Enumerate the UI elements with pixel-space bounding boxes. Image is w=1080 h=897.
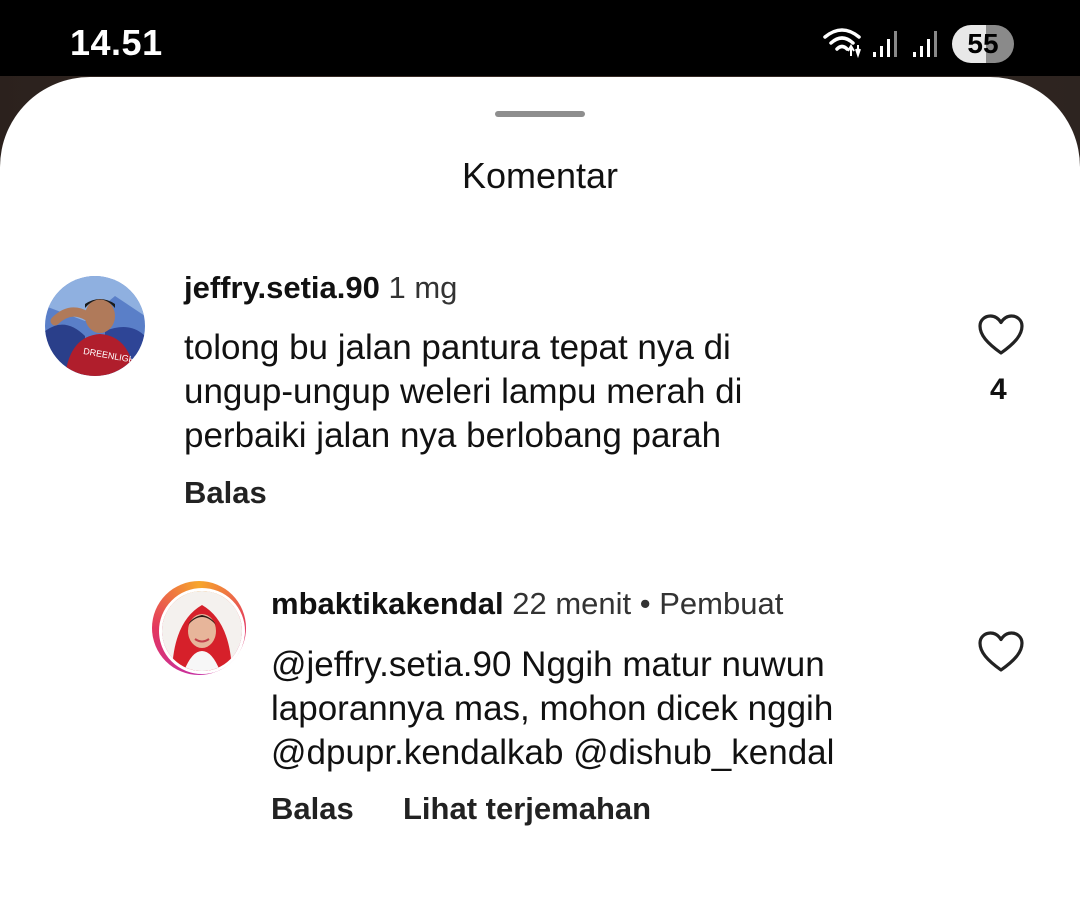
comment-timestamp: 1 mg — [388, 270, 458, 305]
status-icons: 55 — [822, 24, 1014, 64]
comment-text-line: ungup-ungup weleri lampu merah di — [184, 372, 743, 411]
comments-sheet: Komentar DREENLIGHT jeffry.setia.90 1 mg… — [0, 77, 1080, 897]
reply-text: @jeffry.setia.90 Nggih matur nuwun lapor… — [271, 643, 834, 775]
sheet-title: Komentar — [461, 155, 619, 196]
heart-icon[interactable] — [977, 313, 1025, 362]
battery-indicator: 55 — [952, 25, 1014, 63]
reply-text-line: laporannya mas, mohon dicek nggih — [271, 689, 834, 728]
wifi-icon — [822, 25, 862, 64]
meta-separator: • — [639, 586, 651, 621]
status-time: 14.51 — [70, 22, 163, 63]
avatar[interactable] — [159, 588, 245, 674]
reply-meta: mbaktikakendal 22 menit • Pembuat — [271, 586, 783, 622]
reply-username[interactable]: mbaktikakendal — [271, 586, 504, 621]
reply-text-line: @jeffry.setia.90 Nggih matur nuwun — [271, 645, 825, 684]
comment-text-line: perbaiki jalan nya berlobang parah — [184, 416, 722, 455]
reply-button[interactable]: Balas — [271, 791, 354, 827]
author-badge: Pembuat — [659, 586, 784, 621]
see-translation-button[interactable]: Lihat terjemahan — [403, 791, 651, 827]
signal-icon — [912, 26, 942, 63]
comment-text-line: tolong bu jalan pantura tepat nya di — [184, 328, 731, 367]
reply-text-line: @dpupr.kendalkab @dishub_kendal — [271, 733, 835, 772]
signal-icon — [872, 26, 902, 63]
comment-text: tolong bu jalan pantura tepat nya di ung… — [184, 326, 742, 458]
drag-handle[interactable] — [495, 111, 585, 117]
avatar[interactable]: DREENLIGHT — [45, 276, 145, 376]
reply-timestamp: 22 menit — [512, 586, 632, 621]
like-count: 4 — [990, 373, 1007, 406]
reply-button[interactable]: Balas — [184, 475, 267, 511]
heart-icon[interactable] — [977, 630, 1025, 679]
comment-meta: jeffry.setia.90 1 mg — [184, 270, 457, 306]
comment-username[interactable]: jeffry.setia.90 — [184, 270, 380, 305]
